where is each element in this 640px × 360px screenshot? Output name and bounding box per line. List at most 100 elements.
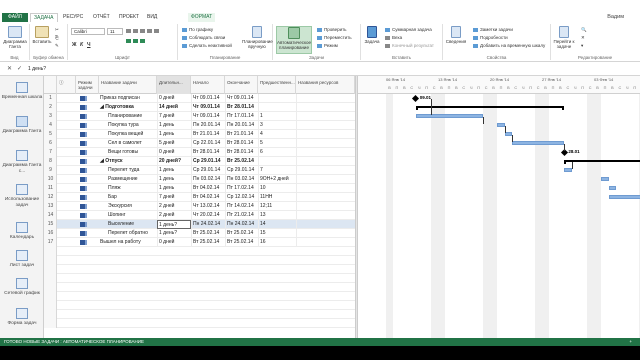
tab-project[interactable]: ПРОЕКТ <box>116 13 142 22</box>
start-cell[interactable]: Чт 13.02.14 <box>191 202 225 211</box>
inspect-button[interactable]: Проверить <box>317 27 347 33</box>
finish-cell[interactable]: Пн 03.02.14 <box>225 175 258 184</box>
resource-names-cell[interactable] <box>296 229 355 238</box>
finish-cell[interactable]: Вт 21.01.14 <box>225 130 258 139</box>
zoom-in-button[interactable]: + <box>629 338 632 346</box>
duration-cell[interactable]: 0 дней <box>157 94 191 103</box>
start-cell[interactable]: Вт 04.02.14 <box>191 193 225 202</box>
finish-cell[interactable]: Вт 28.01.14 <box>225 148 258 157</box>
table-row[interactable]: 15 Выселение 1 день? Пн 24.02.14 Пн 24.02.14… <box>44 220 355 229</box>
start-cell[interactable]: Вт 21.01.14 <box>191 130 225 139</box>
predecessors-cell[interactable]: 6 <box>258 148 296 157</box>
row-number[interactable]: 4 <box>44 121 57 130</box>
milestone-marker[interactable] <box>412 94 420 103</box>
view-task-usage[interactable]: Использование задач <box>0 184 44 208</box>
summary-bar[interactable] <box>415 106 565 110</box>
view-gantt[interactable]: Диаграмма Ганта <box>0 116 44 135</box>
progress-buttons[interactable] <box>126 28 161 34</box>
manual-schedule-button[interactable]: Планирование вручную <box>242 26 273 49</box>
deliverable-button[interactable]: Конечный результат <box>385 43 434 49</box>
start-cell[interactable]: Чт 20.02.14 <box>191 211 225 220</box>
table-row[interactable]: 5 Покупка вещей 1 день Вт 21.01.14 Вт 21.01.… <box>44 130 355 139</box>
milestone-button[interactable]: Веха <box>385 35 402 41</box>
resource-names-cell[interactable] <box>296 220 355 229</box>
view-task-form[interactable]: Форма задач <box>0 308 44 327</box>
empty-row[interactable] <box>44 310 355 319</box>
resource-names-cell[interactable] <box>296 157 355 166</box>
predecessors-cell[interactable]: 16 <box>258 238 296 247</box>
header-task-mode[interactable]: Режим задачи <box>76 76 99 94</box>
duration-cell[interactable]: 1 день <box>157 175 191 184</box>
task-name-cell[interactable]: Перелет обратно <box>99 229 157 238</box>
start-cell[interactable]: Вт 25.02.14 <box>191 229 225 238</box>
finish-cell[interactable]: Пн 20.01.14 <box>225 121 258 130</box>
row-number[interactable]: 8 <box>44 157 57 166</box>
resource-names-cell[interactable] <box>296 121 355 130</box>
row-number[interactable]: 3 <box>44 112 57 121</box>
finish-cell[interactable]: Вт 25.02.14 <box>225 238 258 247</box>
scroll-to-task-button[interactable]: Перейти к задаче <box>553 26 575 49</box>
view-task-sheet[interactable]: Лист задач <box>0 250 44 269</box>
predecessors-cell[interactable]: 7 <box>258 166 296 175</box>
italic-button[interactable]: К <box>80 42 83 48</box>
duration-cell[interactable]: 0 дней <box>157 238 191 247</box>
underline-button[interactable]: Ч <box>87 42 91 48</box>
predecessors-cell[interactable] <box>258 103 296 112</box>
row-number[interactable]: 7 <box>44 148 57 157</box>
view-tracking-gantt[interactable]: Диаграмма Ганта с... <box>0 150 44 174</box>
table-row[interactable]: 6 Сел в самолет 5 дней Ср 22.01.14 Вт 28.01.… <box>44 139 355 148</box>
header-predecessors[interactable]: Предшественн... <box>258 76 296 94</box>
indent-buttons[interactable] <box>126 38 147 44</box>
move-button[interactable]: Переместить <box>317 35 352 41</box>
gantt-view-button[interactable]: Диаграмма Ганта <box>1 26 29 49</box>
duration-cell[interactable]: 7 дней <box>157 112 191 121</box>
duration-cell[interactable]: 2 дней <box>157 211 191 220</box>
predecessors-cell[interactable]: 5 <box>258 139 296 148</box>
predecessors-cell[interactable]: 3 <box>258 121 296 130</box>
information-button[interactable]: Сведения <box>445 26 467 44</box>
table-row[interactable]: 9 Перелет туда 1 день Ср 29.01.14 Ср 29.01.1… <box>44 166 355 175</box>
table-row[interactable]: 13 Экскурсия 2 дней Чт 13.02.14 Пт 14.02.14 1… <box>44 202 355 211</box>
mode-button[interactable]: Режим <box>317 43 338 49</box>
predecessors-cell[interactable]: 1 <box>258 112 296 121</box>
respect-links-button[interactable]: Соблюдать связи <box>182 35 225 41</box>
duration-cell[interactable]: 5 дней <box>157 139 191 148</box>
task-bar[interactable] <box>415 114 483 118</box>
start-cell[interactable]: Пн 24.02.14 <box>191 220 225 229</box>
start-cell[interactable]: Ср 22.01.14 <box>191 139 225 148</box>
timescale[interactable]: 06 Янв '14 13 Янв '14 20 Янв '14 27 Янв … <box>358 76 640 94</box>
table-row[interactable]: 4 Покупка тура 1 день Пн 20.01.14 Пн 20.01.1… <box>44 121 355 130</box>
task-name-cell[interactable]: Экскурсия <box>99 202 157 211</box>
empty-row[interactable] <box>44 247 355 256</box>
indicators-header[interactable]: ⓘ <box>57 76 76 94</box>
duration-cell[interactable]: 0 дней <box>157 148 191 157</box>
duration-cell[interactable]: 14 дней <box>157 103 191 112</box>
task-insert-button[interactable]: Задача <box>363 26 381 44</box>
resource-names-cell[interactable] <box>296 175 355 184</box>
duration-cell[interactable]: 2 дней <box>157 202 191 211</box>
duration-cell[interactable]: 7 дней <box>157 193 191 202</box>
task-name-cell[interactable]: ◢ Отпуск <box>99 157 157 166</box>
user-name[interactable]: Вадим <box>607 14 624 20</box>
fill-icon[interactable]: ▾ <box>581 43 583 49</box>
start-cell[interactable]: Ср 29.01.14 <box>191 166 225 175</box>
copy-icon[interactable]: ⎘ <box>55 35 59 41</box>
start-cell[interactable]: Вт 25.02.14 <box>191 238 225 247</box>
resource-names-cell[interactable] <box>296 238 355 247</box>
resource-names-cell[interactable] <box>296 103 355 112</box>
task-name-cell[interactable]: Планирование <box>99 112 157 121</box>
resource-names-cell[interactable] <box>296 112 355 121</box>
table-row[interactable]: 7 Вещи готовы 0 дней Вт 28.01.14 Вт 28.01.14… <box>44 148 355 157</box>
summary-task-button[interactable]: Суммарная задача <box>385 27 432 33</box>
finish-cell[interactable]: Вт 28.01.14 <box>225 139 258 148</box>
resource-names-cell[interactable] <box>296 166 355 175</box>
row-number[interactable]: 10 <box>44 175 57 184</box>
start-cell[interactable]: Чт 09.01.14 <box>191 94 225 103</box>
resource-names-cell[interactable] <box>296 148 355 157</box>
task-name-cell[interactable]: Покупка вещей <box>99 130 157 139</box>
start-cell[interactable]: Пн 03.02.14 <box>191 175 225 184</box>
task-name-cell[interactable]: Перелет туда <box>99 166 157 175</box>
summary-bar[interactable] <box>564 160 640 164</box>
clear-icon[interactable]: ✕ <box>581 35 585 41</box>
predecessors-cell[interactable]: 11НН <box>258 193 296 202</box>
